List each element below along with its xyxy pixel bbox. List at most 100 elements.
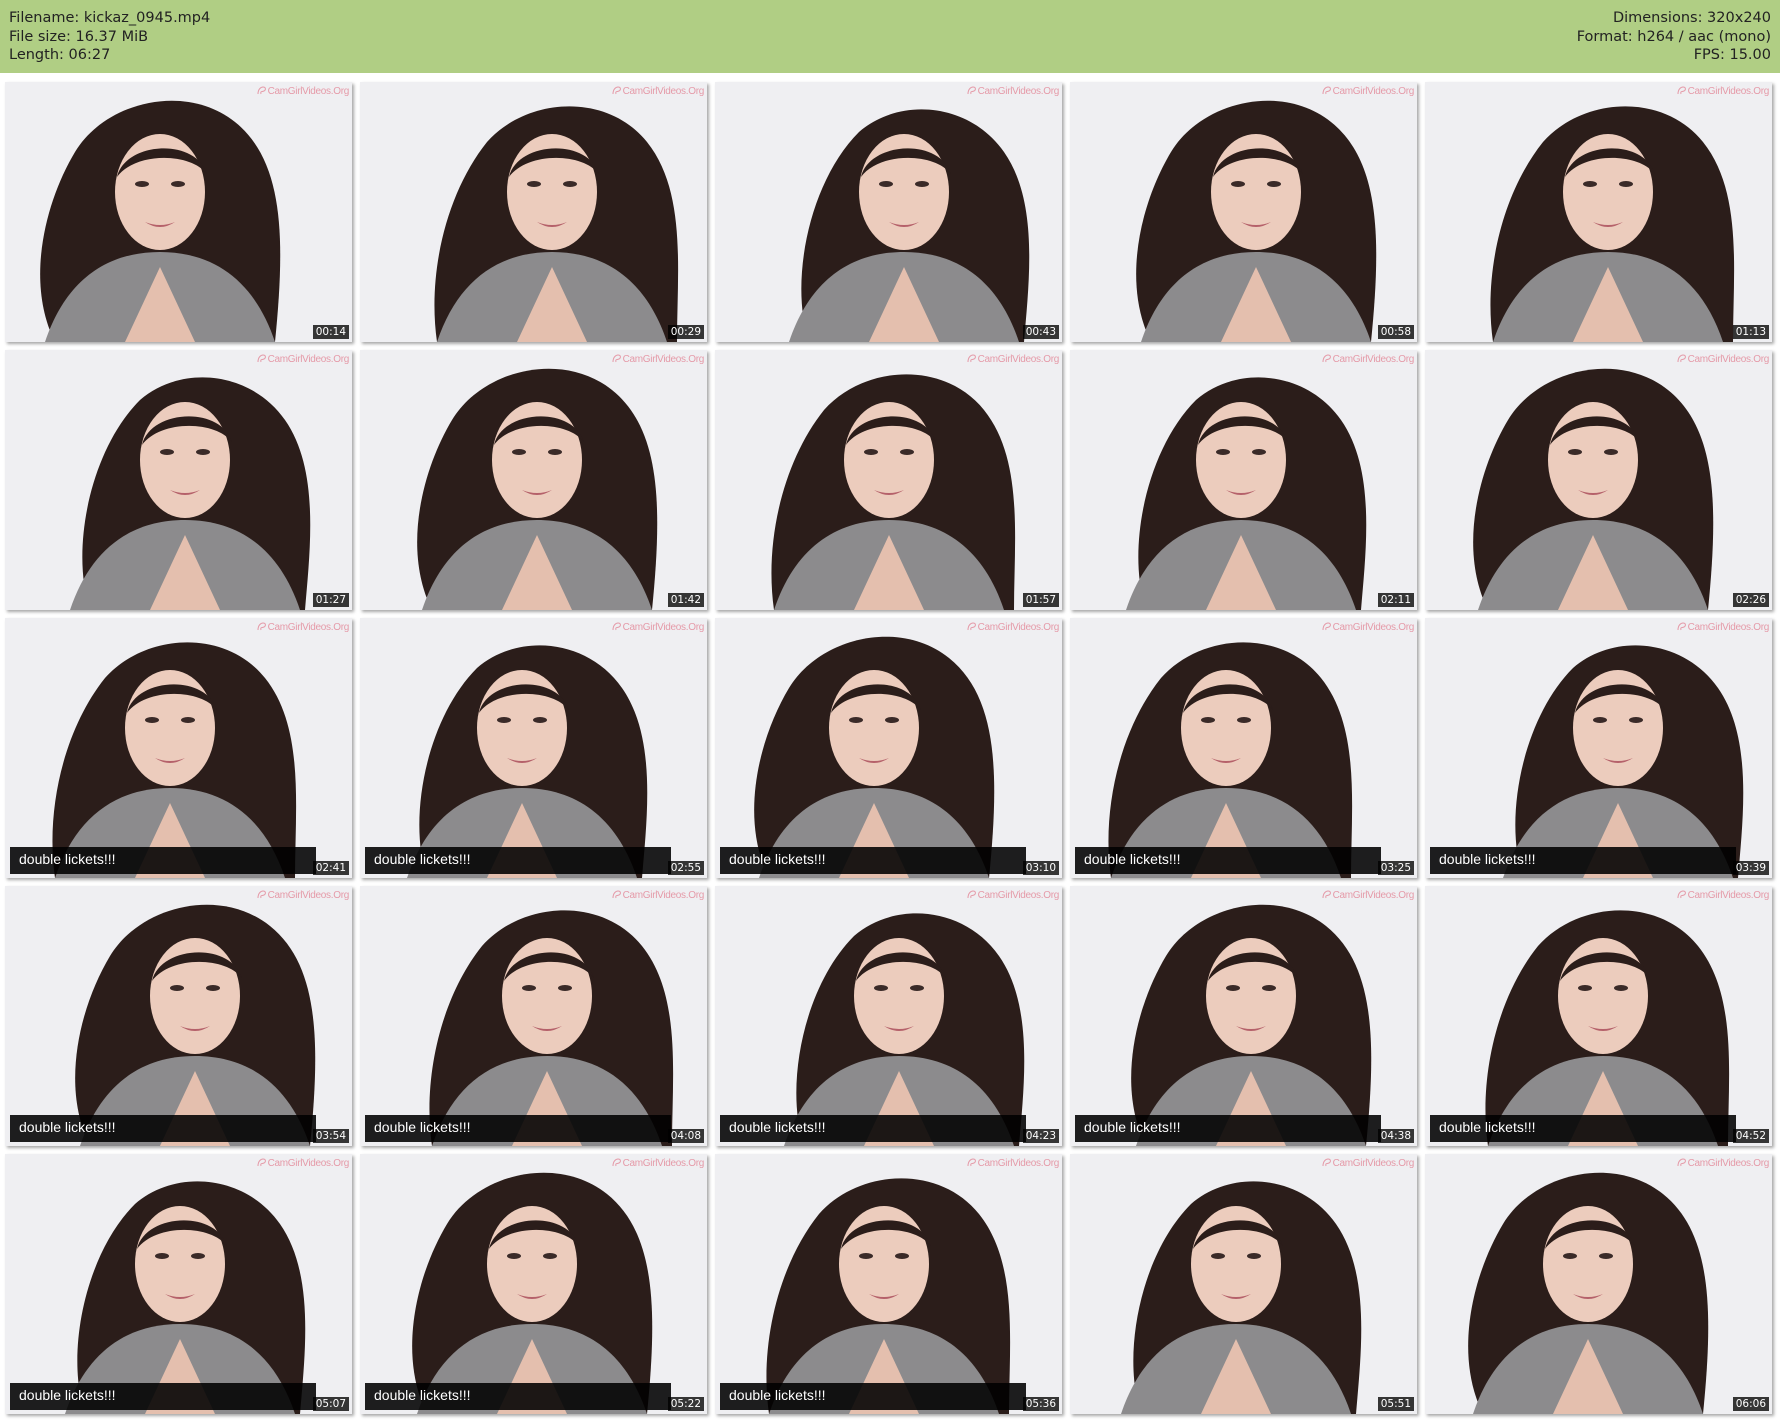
camgirl-logo-icon [1677, 86, 1686, 95]
camgirl-logo-icon [257, 354, 266, 363]
thumbnail-image [1425, 1154, 1772, 1414]
camgirl-logo-icon [1677, 1158, 1686, 1167]
fps-label: FPS: 15.00 [1693, 47, 1771, 63]
thumbnail-image [1070, 1154, 1417, 1414]
timestamp-label: 03:10 [1022, 861, 1059, 875]
thumbnail-image [715, 1154, 1062, 1414]
timestamp-label: 02:41 [312, 861, 349, 875]
caption-text: double lickets!!! [374, 1119, 471, 1135]
thumbnail-image [5, 618, 352, 878]
watermark-text: CamGirlVideos.Org [267, 890, 350, 901]
camgirl-logo-icon [612, 354, 621, 363]
caption-overlay: double lickets!!! [1430, 1115, 1736, 1142]
watermark-text: CamGirlVideos.Org [622, 1158, 705, 1169]
info-header: Filename: kickaz_0945.mp4 File size: 16.… [0, 0, 1780, 73]
camgirl-logo-icon [967, 1158, 976, 1167]
watermark-text: CamGirlVideos.Org [267, 86, 350, 97]
file-info-right: Dimensions: 320x240 Format: h264 / aac (… [1577, 9, 1771, 65]
caption-overlay: double lickets!!! [10, 1383, 316, 1410]
watermark-text: CamGirlVideos.Org [977, 890, 1060, 901]
timestamp-label: 01:13 [1732, 325, 1769, 339]
video-thumbnail: CamGirlVideos.Org 00:43 [715, 82, 1062, 342]
camgirl-logo-icon [967, 354, 976, 363]
video-thumbnail: CamGirlVideos.Org double lickets!!! 04:38 [1070, 886, 1417, 1146]
site-watermark: CamGirlVideos.Org [1322, 86, 1414, 97]
timestamp-label: 04:52 [1732, 1129, 1769, 1143]
timestamp-label: 04:23 [1022, 1129, 1059, 1143]
watermark-text: CamGirlVideos.Org [1687, 622, 1770, 633]
camgirl-logo-icon [612, 622, 621, 631]
filesize-label: File size: 16.37 MiB [9, 28, 149, 45]
site-watermark: CamGirlVideos.Org [257, 622, 349, 633]
watermark-text: CamGirlVideos.Org [622, 622, 705, 633]
site-watermark: CamGirlVideos.Org [1322, 354, 1414, 365]
timestamp-label: 01:57 [1022, 593, 1059, 607]
video-thumbnail: CamGirlVideos.Org double lickets!!! 03:10 [715, 618, 1062, 878]
watermark-text: CamGirlVideos.Org [1332, 890, 1415, 901]
timestamp-label: 04:38 [1377, 1129, 1414, 1143]
caption-overlay: double lickets!!! [1075, 847, 1381, 874]
caption-text: double lickets!!! [19, 1387, 116, 1403]
thumbnail-image [1425, 82, 1772, 342]
video-thumbnail: CamGirlVideos.Org 01:13 [1425, 82, 1772, 342]
caption-overlay: double lickets!!! [10, 847, 316, 874]
video-thumbnail: CamGirlVideos.Org 01:42 [360, 350, 707, 610]
file-info-left: Filename: kickaz_0945.mp4 File size: 16.… [9, 9, 210, 65]
thumbnail-image [5, 1154, 352, 1414]
watermark-text: CamGirlVideos.Org [1332, 354, 1415, 365]
camgirl-logo-icon [612, 86, 621, 95]
thumbnail-image [1070, 82, 1417, 342]
caption-overlay: double lickets!!! [365, 1383, 671, 1410]
site-watermark: CamGirlVideos.Org [1322, 622, 1414, 633]
watermark-text: CamGirlVideos.Org [267, 622, 350, 633]
thumbnail-image [1070, 618, 1417, 878]
site-watermark: CamGirlVideos.Org [1677, 1158, 1769, 1169]
thumbnail-image [1070, 350, 1417, 610]
timestamp-label: 03:54 [312, 1129, 349, 1143]
dimensions-label: Dimensions: 320x240 [1612, 10, 1771, 26]
camgirl-logo-icon [1322, 1158, 1331, 1167]
site-watermark: CamGirlVideos.Org [257, 354, 349, 365]
site-watermark: CamGirlVideos.Org [967, 86, 1059, 97]
caption-overlay: double lickets!!! [365, 847, 671, 874]
video-thumbnail: CamGirlVideos.Org double lickets!!! 04:23 [715, 886, 1062, 1146]
timestamp-label: 06:06 [1732, 1397, 1769, 1411]
thumbnail-grid: CamGirlVideos.Org 00:14 CamGirlVideos.Org 0… [0, 73, 1780, 1423]
timestamp-label: 02:55 [667, 861, 704, 875]
site-watermark: CamGirlVideos.Org [612, 354, 704, 365]
timestamp-label: 01:27 [312, 593, 349, 607]
timestamp-label: 03:25 [1377, 861, 1414, 875]
camgirl-logo-icon [1322, 622, 1331, 631]
site-watermark: CamGirlVideos.Org [612, 86, 704, 97]
thumbnail-image [5, 350, 352, 610]
watermark-text: CamGirlVideos.Org [977, 86, 1060, 97]
filename-label: Filename: kickaz_0945.mp4 [9, 10, 211, 26]
caption-text: double lickets!!! [729, 1387, 826, 1403]
watermark-text: CamGirlVideos.Org [622, 354, 705, 365]
timestamp-label: 05:51 [1377, 1397, 1414, 1411]
site-watermark: CamGirlVideos.Org [1677, 86, 1769, 97]
timestamp-label: 00:43 [1022, 325, 1059, 339]
site-watermark: CamGirlVideos.Org [612, 1158, 704, 1169]
caption-text: double lickets!!! [1439, 851, 1536, 867]
camgirl-logo-icon [967, 890, 976, 899]
thumbnail-image [360, 350, 707, 610]
watermark-text: CamGirlVideos.Org [622, 86, 705, 97]
caption-text: double lickets!!! [729, 851, 826, 867]
camgirl-logo-icon [1322, 354, 1331, 363]
timestamp-label: 00:14 [312, 325, 349, 339]
watermark-text: CamGirlVideos.Org [1687, 890, 1770, 901]
camgirl-logo-icon [257, 1158, 266, 1167]
caption-text: double lickets!!! [374, 1387, 471, 1403]
thumbnail-image [1070, 886, 1417, 1146]
thumbnail-image [360, 82, 707, 342]
timestamp-label: 02:26 [1732, 593, 1769, 607]
video-thumbnail: CamGirlVideos.Org double lickets!!! 02:55 [360, 618, 707, 878]
caption-overlay: double lickets!!! [365, 1115, 671, 1142]
camgirl-logo-icon [1677, 622, 1686, 631]
video-thumbnail: CamGirlVideos.Org double lickets!!! 05:22 [360, 1154, 707, 1414]
camgirl-logo-icon [612, 1158, 621, 1167]
site-watermark: CamGirlVideos.Org [612, 890, 704, 901]
camgirl-logo-icon [257, 890, 266, 899]
timestamp-label: 05:07 [312, 1397, 349, 1411]
